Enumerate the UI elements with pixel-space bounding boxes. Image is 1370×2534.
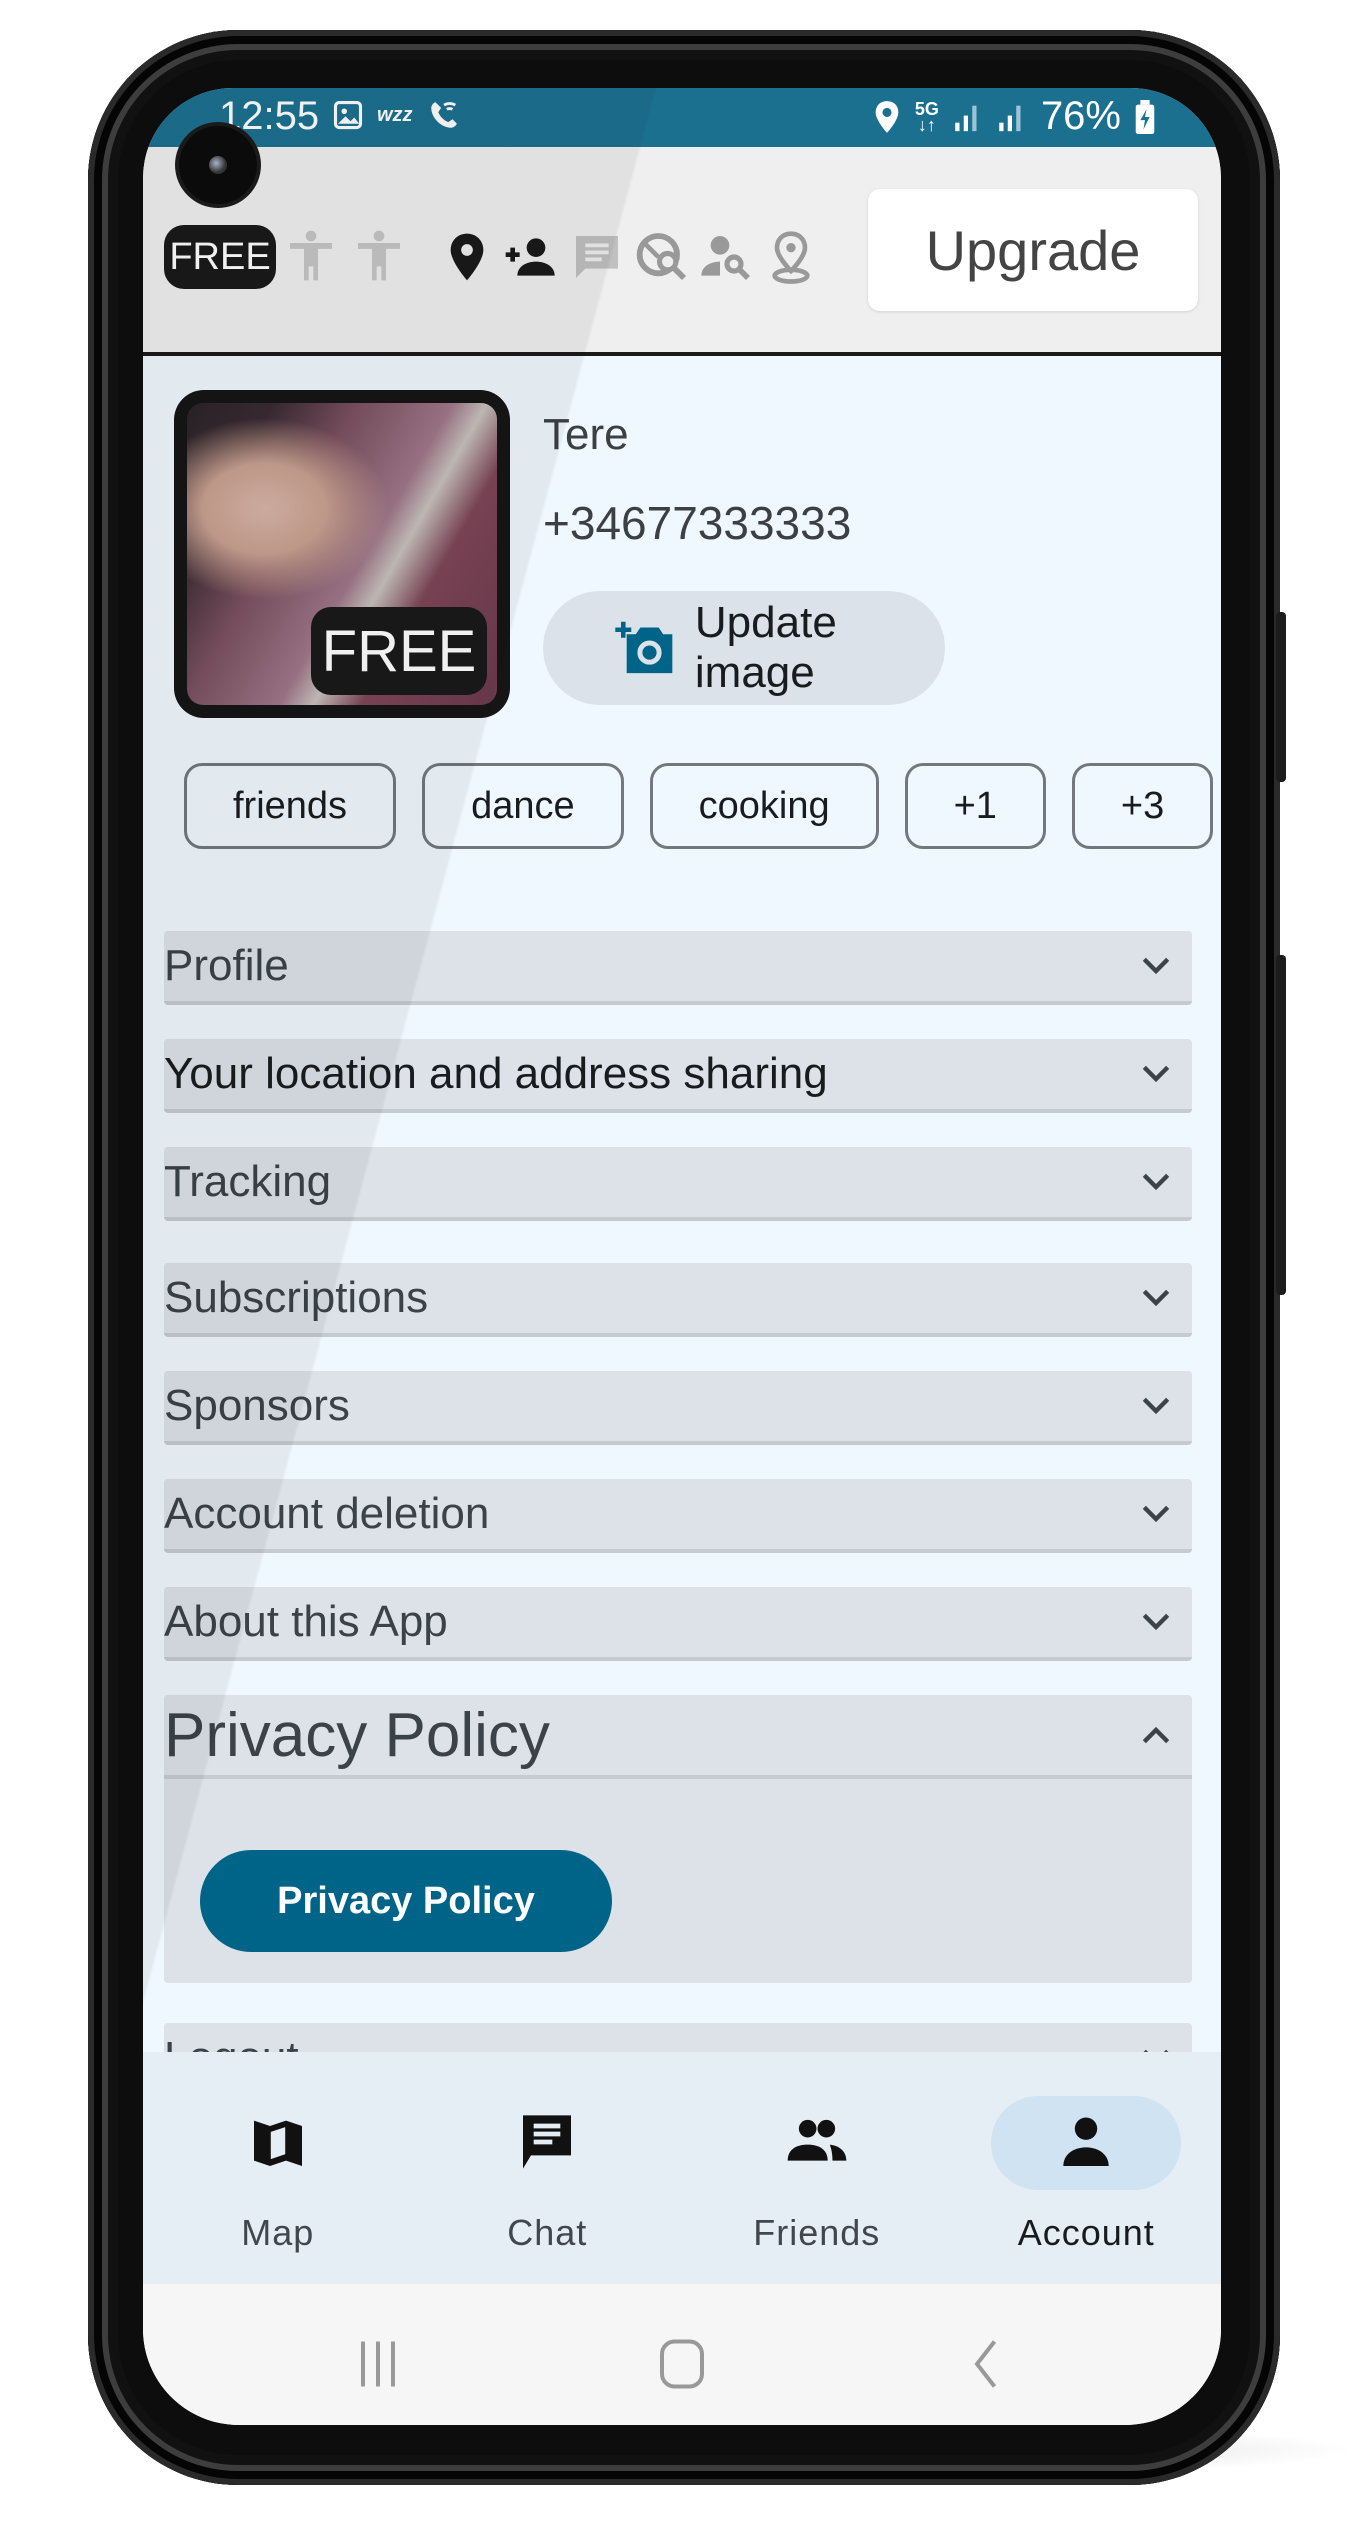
section-subscriptions[interactable]: Subscriptions bbox=[164, 1263, 1192, 1337]
update-image-button[interactable]: Update image bbox=[543, 591, 945, 705]
section-title: Account deletion bbox=[164, 1489, 490, 1538]
section-profile[interactable]: Profile bbox=[164, 931, 1192, 1005]
user-phone: +34677333333 bbox=[543, 497, 852, 549]
section-title: Subscriptions bbox=[164, 1273, 429, 1322]
nav-item-account[interactable]: Account bbox=[952, 2052, 1222, 2284]
app-header: FREE Upgrade bbox=[143, 147, 1221, 356]
section-title: Tracking bbox=[164, 1157, 332, 1206]
section-title: Sponsors bbox=[164, 1381, 350, 1430]
interest-chip[interactable]: +1 bbox=[904, 763, 1046, 849]
chevron-down-icon bbox=[1142, 1397, 1170, 1415]
chat-icon bbox=[523, 2115, 572, 2169]
section-tracking[interactable]: Tracking bbox=[164, 1147, 1192, 1221]
phone-screen: 12:55 wzz 5G ↓↑ 76% FREE Upgrade FREE Te… bbox=[143, 88, 1221, 2425]
chevron-down-icon bbox=[1142, 1613, 1170, 1631]
section-title: Your location and address sharing bbox=[164, 1049, 828, 1098]
recent-apps-icon[interactable] bbox=[348, 2334, 408, 2394]
nav-label: Map bbox=[241, 2212, 315, 2253]
wifi-calling-icon bbox=[430, 102, 457, 128]
plan-badge: FREE bbox=[164, 225, 276, 289]
section-sponsors[interactable]: Sponsors bbox=[164, 1371, 1192, 1445]
system-nav-bar bbox=[143, 2284, 1221, 2425]
interest-chip[interactable]: friends bbox=[184, 763, 397, 849]
account-icon bbox=[1063, 2117, 1109, 2166]
status-bar: 12:55 wzz 5G ↓↑ 76% bbox=[143, 88, 1221, 147]
section-title: Privacy Policy bbox=[164, 1700, 550, 1770]
add-person-icon[interactable] bbox=[501, 227, 557, 287]
profile-avatar[interactable]: FREE bbox=[174, 390, 510, 718]
profile-photo: FREE bbox=[187, 403, 497, 705]
interest-chip[interactable]: dance bbox=[422, 763, 624, 849]
battery-charging-icon bbox=[1135, 99, 1155, 134]
add-photo-icon bbox=[615, 621, 673, 674]
location-pin-icon[interactable] bbox=[439, 227, 495, 287]
chevron-down-icon bbox=[1142, 1173, 1170, 1191]
section-privacy-policy-body: Privacy Policy bbox=[164, 1779, 1192, 1983]
home-icon[interactable] bbox=[652, 2334, 712, 2394]
update-image-label: Update image bbox=[694, 598, 837, 697]
section-account-deletion[interactable]: Account deletion bbox=[164, 1479, 1192, 1553]
interest-chips: friends dance cooking +1 +3 bbox=[184, 763, 1214, 849]
privacy-policy-button[interactable]: Privacy Policy bbox=[200, 1850, 612, 1952]
wizz-icon: wzz bbox=[377, 103, 413, 126]
chevron-down-icon bbox=[1142, 1505, 1170, 1523]
chat-icon[interactable] bbox=[569, 227, 625, 287]
section-privacy-policy-header[interactable]: Privacy Policy bbox=[164, 1695, 1192, 1779]
interest-chip[interactable]: +3 bbox=[1071, 763, 1214, 849]
user-name: Tere bbox=[543, 410, 629, 459]
person-search-icon[interactable] bbox=[699, 227, 755, 287]
nav-item-chat[interactable]: Chat bbox=[413, 2052, 683, 2284]
bottom-nav: Map Chat Friends Account bbox=[143, 2052, 1221, 2284]
chevron-down-icon bbox=[1142, 1289, 1170, 1307]
gallery-icon bbox=[333, 100, 363, 130]
power-button bbox=[1276, 955, 1286, 1295]
interest-chip[interactable]: cooking bbox=[649, 763, 879, 849]
travel-explore-icon[interactable] bbox=[635, 227, 691, 287]
section-title: About this App bbox=[164, 1597, 448, 1646]
signal-2-icon bbox=[999, 105, 1021, 131]
nav-label: Chat bbox=[507, 2212, 588, 2253]
network-label: 5G bbox=[914, 98, 939, 119]
section-location-sharing[interactable]: Your location and address sharing bbox=[164, 1039, 1192, 1113]
volume-button bbox=[1276, 612, 1286, 782]
accessibility-icon-2 bbox=[358, 230, 400, 281]
nav-item-map[interactable]: Map bbox=[143, 2052, 413, 2284]
friends-icon bbox=[787, 2119, 847, 2161]
signal-1-icon bbox=[955, 105, 977, 131]
chevron-down-icon bbox=[1142, 1065, 1170, 1083]
pin-drop-icon[interactable] bbox=[763, 227, 819, 287]
5g-data-icon: 5G ↓↑ bbox=[914, 98, 939, 135]
nav-item-friends[interactable]: Friends bbox=[682, 2052, 952, 2284]
accessibility-icon bbox=[290, 230, 332, 281]
section-privacy-policy: Privacy Policy Privacy Policy bbox=[164, 1695, 1192, 1983]
section-about-app[interactable]: About this App bbox=[164, 1587, 1192, 1661]
map-icon bbox=[253, 2120, 302, 2166]
location-icon bbox=[875, 100, 899, 133]
section-title: Profile bbox=[164, 941, 289, 990]
nav-label: Friends bbox=[753, 2212, 881, 2253]
battery-percent: 76% bbox=[1040, 94, 1121, 138]
front-camera bbox=[179, 126, 257, 204]
chevron-up-icon bbox=[1142, 1726, 1170, 1744]
avatar-plan-badge: FREE bbox=[311, 607, 487, 695]
upgrade-button[interactable]: Upgrade bbox=[868, 189, 1198, 311]
chevron-down-icon bbox=[1142, 957, 1170, 975]
nav-label: Account bbox=[1017, 2212, 1155, 2253]
back-icon[interactable] bbox=[957, 2334, 1017, 2394]
